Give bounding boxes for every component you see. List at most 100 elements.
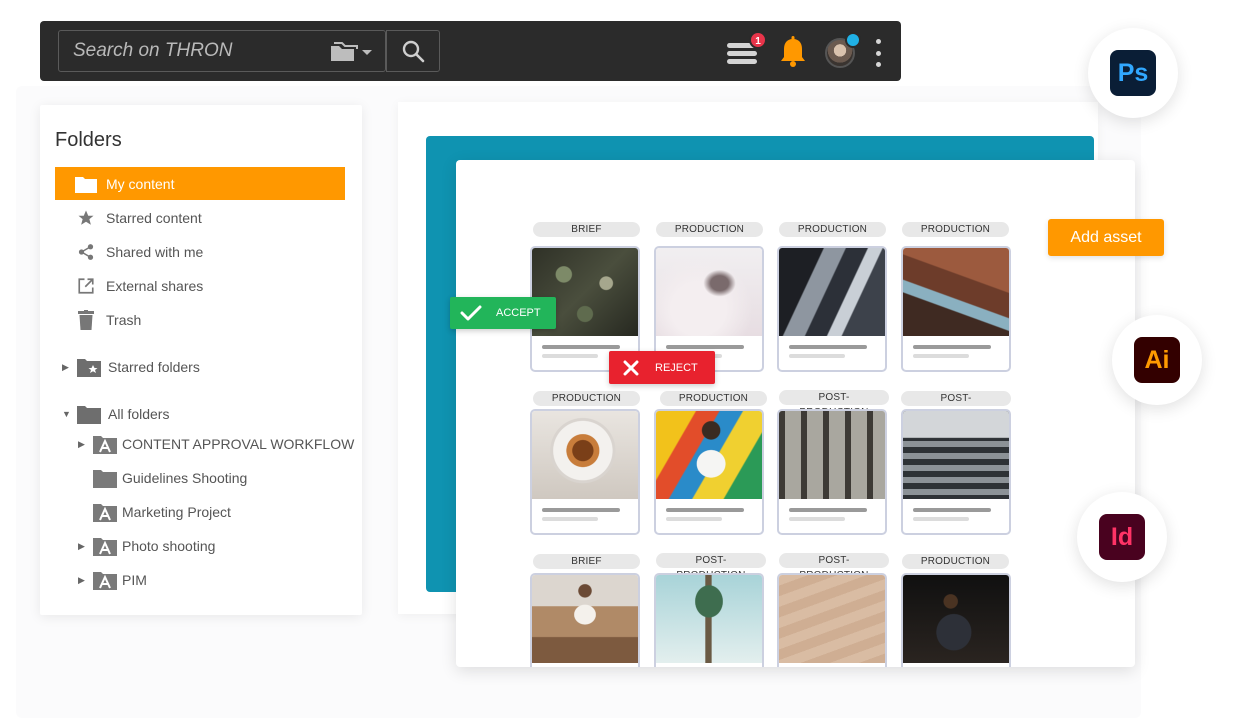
asset-tile-graffiti[interactable]: [654, 409, 764, 535]
illustrator-app[interactable]: Ai: [1112, 315, 1202, 405]
caret-right-icon[interactable]: ▶: [78, 575, 88, 586]
tree-all-folders[interactable]: ▼ All folders: [62, 401, 169, 427]
asset-thumbnail: [656, 575, 762, 663]
bell-icon[interactable]: [779, 36, 807, 68]
illustrator-icon: Ai: [1134, 337, 1180, 383]
tree-label: CONTENT APPROVAL WORKFLOW: [122, 436, 355, 452]
stage-label: POST-PRODUCTION: [779, 553, 889, 581]
search-input[interactable]: Search on THRON: [58, 30, 386, 72]
status-dot: [845, 32, 861, 48]
tree-item-content-approval-workflow[interactable]: ▶ CONTENT APPROVAL WORKFLOW: [78, 431, 354, 457]
more-menu-icon[interactable]: [875, 39, 881, 67]
asset-tile-palm-tree[interactable]: [654, 573, 764, 667]
asset-tile-bicycle[interactable]: [777, 409, 887, 535]
nav-item-trash[interactable]: Trash: [55, 303, 345, 336]
tree-label: PIM: [122, 572, 147, 588]
nav-item-my-content[interactable]: My content: [55, 167, 345, 200]
close-icon: [623, 360, 639, 375]
stage-label: PRODUCTION: [902, 554, 1009, 569]
folder-icon: [77, 406, 101, 424]
asset-thumbnail: [532, 411, 638, 499]
asset-tile-coffee[interactable]: [530, 409, 640, 535]
tree-item-marketing-project[interactable]: Marketing Project: [78, 499, 231, 525]
asset-tile-man-suit[interactable]: [901, 573, 1011, 667]
stage-label: POST-PRODUCTION: [656, 553, 766, 581]
asset-tile-skyscrapers[interactable]: [777, 246, 887, 372]
accept-label: ACCEPT: [496, 307, 541, 319]
shared-folder-icon: [93, 538, 117, 556]
asset-thumbnail: [779, 411, 885, 499]
photoshop-app[interactable]: Ps: [1088, 28, 1178, 118]
nav-item-label: External shares: [106, 277, 204, 294]
indesign-icon: Id: [1099, 514, 1145, 560]
photoshop-icon: Ps: [1110, 50, 1156, 96]
asset-tile-architecture[interactable]: [901, 409, 1011, 535]
asset-workflow-board: BRIEF PRODUCTION PRODUCTION PRODUCTION P…: [456, 160, 1135, 667]
tree-item-pim[interactable]: ▶ PIM: [78, 567, 147, 593]
accept-button[interactable]: ACCEPT: [450, 297, 556, 329]
nav-item-label: Shared with me: [106, 243, 204, 260]
caret-down-icon[interactable]: ▼: [62, 409, 72, 419]
stage-label: BRIEF: [533, 554, 640, 569]
tree-label: Photo shooting: [122, 538, 216, 554]
folders-title: Folders: [55, 129, 122, 151]
asset-thumbnail: [779, 248, 885, 336]
stage-label: PRODUCTION: [533, 391, 640, 406]
nav-item-starred-content[interactable]: Starred content: [55, 201, 345, 234]
tree-label: Starred folders: [108, 359, 200, 375]
tree-item-guidelines-shooting[interactable]: Guidelines Shooting: [78, 465, 247, 491]
search-placeholder: Search on THRON: [73, 40, 233, 61]
asset-thumbnail: [656, 248, 762, 336]
reject-label: REJECT: [655, 361, 698, 374]
tree-label: All folders: [108, 406, 170, 422]
asset-tile-building[interactable]: [901, 246, 1011, 372]
shared-folder-icon: [93, 572, 117, 590]
top-bar: Search on THRON 1: [40, 21, 901, 81]
share-icon: [74, 240, 98, 264]
asset-thumbnail: [903, 575, 1009, 663]
asset-thumbnail: [903, 248, 1009, 336]
search-icon: [402, 40, 425, 63]
asset-thumbnail: [903, 411, 1009, 499]
external-link-icon: [74, 274, 98, 298]
check-icon: [460, 305, 482, 321]
stage-label: POST-PRODUCTION: [901, 391, 1011, 419]
tree-label: Marketing Project: [122, 504, 231, 520]
folder-icon: [74, 172, 98, 196]
add-asset-button[interactable]: Add asset: [1048, 219, 1164, 256]
nav-item-label: Starred content: [106, 209, 202, 226]
trash-icon: [74, 308, 98, 332]
starred-folder-icon: [77, 359, 101, 377]
indesign-app[interactable]: Id: [1077, 492, 1167, 582]
tree-starred-folders[interactable]: ▶ Starred folders: [62, 354, 200, 380]
stage-label: POST-PRODUCTION: [779, 390, 889, 418]
asset-thumbnail: [656, 411, 762, 499]
caret-right-icon[interactable]: ▶: [78, 439, 88, 450]
tree-item-photo-shooting[interactable]: ▶ Photo shooting: [78, 533, 215, 559]
nav-item-label: My content: [106, 175, 175, 192]
tree-label: Guidelines Shooting: [122, 470, 248, 486]
stage-label: PRODUCTION: [660, 391, 767, 406]
chevron-down-icon: [362, 50, 372, 55]
notification-count-badge: 1: [749, 31, 767, 49]
stage-label: PRODUCTION: [779, 222, 886, 237]
nav-item-external-shares[interactable]: External shares: [55, 269, 345, 302]
shared-folder-icon: [93, 436, 117, 454]
stage-label: PRODUCTION: [656, 222, 763, 237]
caret-right-icon[interactable]: ▶: [78, 541, 88, 552]
stage-label: BRIEF: [533, 222, 640, 237]
search-button[interactable]: [386, 30, 440, 72]
folder-icon: [331, 42, 372, 61]
stage-label: PRODUCTION: [902, 222, 1009, 237]
asset-thumbnail: [532, 575, 638, 663]
folder-icon: [93, 470, 117, 488]
reject-button[interactable]: REJECT: [609, 351, 715, 384]
asset-thumbnail: [779, 575, 885, 663]
star-icon: [74, 206, 98, 230]
folder-filter-dropdown[interactable]: [329, 41, 379, 63]
asset-tile-man-sitting[interactable]: [530, 573, 640, 667]
asset-tile-sand[interactable]: [777, 573, 887, 667]
caret-right-icon[interactable]: ▶: [62, 362, 72, 373]
folders-panel: Folders My content Starred content Share…: [40, 105, 362, 615]
nav-item-shared-with-me[interactable]: Shared with me: [55, 235, 345, 268]
